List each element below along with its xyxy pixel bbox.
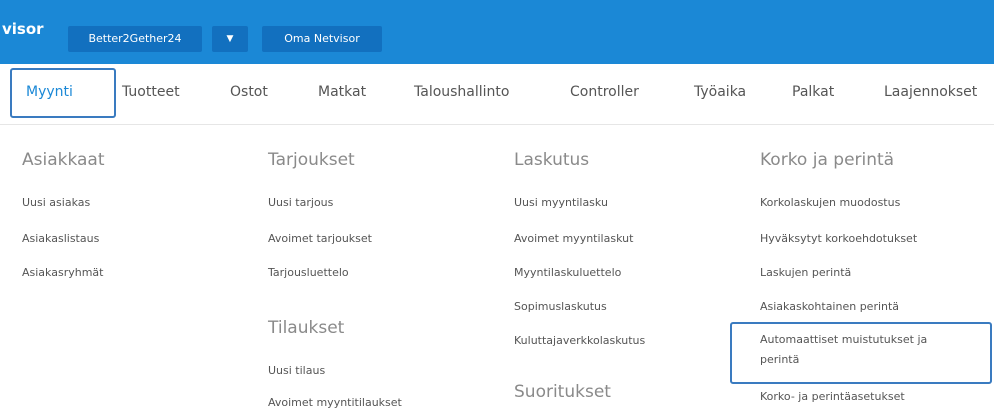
section-suoritukset-title: Suoritukset <box>514 382 611 402</box>
oma-netvisor-button[interactable]: Oma Netvisor <box>262 26 382 52</box>
link-korko-perintaasetukset[interactable]: Korko- ja perintäasetukset <box>760 390 905 403</box>
link-kuluttajaverkkolaskutus[interactable]: Kuluttajaverkkolaskutus <box>514 334 645 347</box>
section-asiakkaat-title: Asiakkaat <box>22 150 105 170</box>
link-asiakasryhmat[interactable]: Asiakasryhmät <box>22 266 103 279</box>
link-avoimet-myyntilaskut[interactable]: Avoimet myyntilaskut <box>514 232 633 245</box>
main-nav: Myynti Tuotteet Ostot Matkat Taloushalli… <box>0 64 994 125</box>
tab-taloushallinto[interactable]: Taloushallinto <box>414 84 509 100</box>
link-uusi-asiakas[interactable]: Uusi asiakas <box>22 196 90 209</box>
link-korkolaskujen-muodostus[interactable]: Korkolaskujen muodostus <box>760 196 900 209</box>
tab-controller[interactable]: Controller <box>570 84 639 100</box>
link-myyntilaskuluettelo[interactable]: Myyntilaskuluettelo <box>514 266 621 279</box>
link-asiakaslistaus[interactable]: Asiakaslistaus <box>22 232 99 245</box>
tab-ostot[interactable]: Ostot <box>230 84 268 100</box>
section-laskutus-title: Laskutus <box>514 150 590 170</box>
link-uusi-myyntilasku[interactable]: Uusi myyntilasku <box>514 196 608 209</box>
link-hyvaksytyt-korkoehdotukset[interactable]: Hyväksytyt korkoehdotukset <box>760 232 917 245</box>
tab-tuotteet[interactable]: Tuotteet <box>122 84 180 100</box>
highlighted-menu-item: Automaattiset muistutukset ja perintä <box>730 322 992 384</box>
link-uusi-tarjous[interactable]: Uusi tarjous <box>268 196 333 209</box>
section-tilaukset-title: Tilaukset <box>268 318 345 338</box>
top-bar: visor Better2Gether24 ▼ Oma Netvisor <box>0 0 994 64</box>
link-avoimet-tarjoukset[interactable]: Avoimet tarjoukset <box>268 232 372 245</box>
tab-matkat[interactable]: Matkat <box>318 84 366 100</box>
link-asiakaskohtainen-perinta[interactable]: Asiakaskohtainen perintä <box>760 300 899 313</box>
link-tarjousluettelo[interactable]: Tarjousluettelo <box>268 266 349 279</box>
section-korko-title: Korko ja perintä <box>760 150 895 170</box>
tab-palkat[interactable]: Palkat <box>792 84 834 100</box>
link-laskujen-perinta[interactable]: Laskujen perintä <box>760 266 851 279</box>
chevron-down-icon[interactable]: ▼ <box>212 26 248 52</box>
tab-tyoaika[interactable]: Työaika <box>694 84 746 100</box>
link-uusi-tilaus[interactable]: Uusi tilaus <box>268 364 325 377</box>
company-selector[interactable]: Better2Gether24 <box>68 26 202 52</box>
link-automaattiset-muistutukset[interactable]: Automaattiset muistutukset ja perintä <box>760 330 962 370</box>
link-avoimet-myyntitilaukset[interactable]: Avoimet myyntitilaukset <box>268 396 402 409</box>
section-tarjoukset-title: Tarjoukset <box>268 150 355 170</box>
link-sopimuslaskutus[interactable]: Sopimuslaskutus <box>514 300 607 313</box>
app-brand: visor <box>2 20 44 38</box>
tab-myynti[interactable]: Myynti <box>26 84 73 100</box>
tab-laajennokset[interactable]: Laajennokset <box>884 84 977 100</box>
